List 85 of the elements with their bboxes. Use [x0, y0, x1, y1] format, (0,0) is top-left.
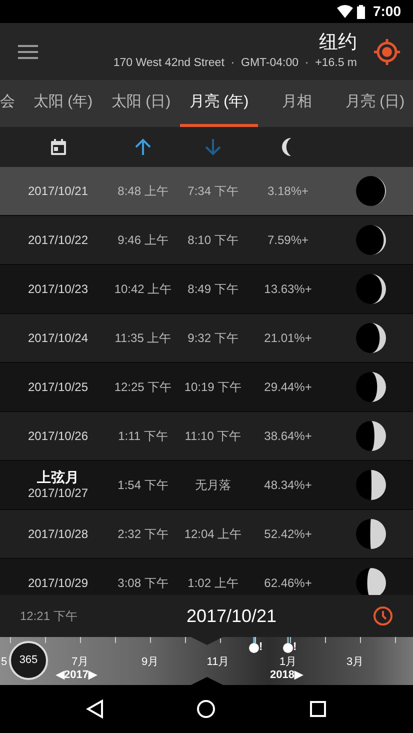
moonrise-cell-text: 12:25 下午 — [113, 379, 173, 396]
date-cell: 2017/10/22 — [28, 232, 88, 248]
moon-phase-icon — [356, 176, 386, 206]
moonrise-cell-text: 8:48 上午 — [116, 183, 170, 200]
range-button[interactable]: 365 — [9, 641, 48, 680]
moonrise-cell-text: 1:11 下午 — [117, 428, 169, 445]
year-label[interactable]: ◀2017▶ — [56, 667, 96, 684]
moonset-cell-text: 9:32 下午 — [186, 330, 240, 347]
home-icon[interactable] — [196, 699, 216, 719]
moonset-cell-text: 11:10 下午 — [184, 428, 242, 445]
date-cell: 2017/10/26 — [28, 428, 88, 444]
moon-row[interactable]: 2017/10/22 9:46 上午 8:10 下午 7.59%+ — [0, 216, 413, 265]
illumination-cell-text: 21.01%+ — [263, 330, 313, 347]
moon-phase-icon — [356, 519, 386, 549]
moon-row[interactable]: 2017/10/25 12:25 下午 10:19 下午 29.44%+ — [0, 363, 413, 412]
timeline-strip[interactable]: 5 365 7月 9月 11月 1月 3月 ◀2017▶ 2018▶ ! ! — [0, 637, 413, 685]
illumination-cell-text: 29.44%+ — [263, 379, 313, 396]
moonset-cell-text: 8:49 下午 — [186, 281, 240, 298]
moon-phase-icon — [356, 323, 386, 353]
month-label: 9月 — [141, 655, 159, 670]
illumination-cell-text: 38.64%+ — [263, 428, 313, 445]
menu-icon — [18, 44, 38, 58]
illumination-cell-text: 48.34%+ — [263, 477, 313, 494]
moon-phase-icon — [356, 470, 386, 500]
illumination-cell-text: 62.46%+ — [263, 575, 313, 592]
moonrise-cell-text: 1:54 下午 — [116, 477, 170, 494]
moon-phase-icon — [356, 421, 386, 451]
month-label: 3月 — [346, 655, 364, 670]
year-label[interactable]: 2018▶ — [270, 667, 302, 684]
moonrise-cell-text: 3:08 下午 — [116, 575, 170, 592]
illumination-cell-text: 7.59%+ — [266, 232, 310, 249]
moon-row[interactable]: 2017/10/26 1:11 下午 11:10 下午 38.64%+ — [0, 412, 413, 461]
tab[interactable]: 太阳 (年) — [24, 80, 102, 127]
moonset-cell-text: 12:04 上午 — [183, 526, 243, 543]
date-cell: 2017/10/23 — [28, 281, 88, 297]
month-label: 11月 — [206, 655, 230, 670]
moon-row[interactable]: 2017/10/29 3:08 下午 1:02 上午 62.46%+ — [0, 559, 413, 595]
moonset-cell-text: 无月落 — [194, 477, 232, 494]
month-label: 7月 — [71, 655, 89, 670]
moon-phase-icon — [356, 225, 386, 255]
location-details: 170 West 42nd Street · GMT-04:00 · +16.5 m — [113, 56, 357, 71]
date-cell: 2017/10/21 — [28, 183, 88, 199]
moonset-cell-text: 1:02 上午 — [186, 575, 240, 592]
date-cell: 2017/10/29 — [28, 575, 88, 591]
moon-row[interactable]: 2017/10/21 8:48 上午 7:34 下午 3.18%+ — [0, 167, 413, 216]
tab[interactable]: 会 — [0, 80, 24, 127]
wifi-icon — [336, 5, 353, 18]
recents-icon[interactable] — [308, 700, 327, 718]
location-title: 纽约 — [319, 30, 357, 55]
date-cell: 2017/10/25 — [28, 379, 88, 395]
tab[interactable]: 月亮 (日) — [336, 80, 413, 127]
month-label: 5 — [1, 655, 8, 670]
battery-icon — [356, 4, 365, 18]
date-cell: 2017/10/28 — [28, 526, 88, 542]
moonrise-cell-text: 11:35 上午 — [114, 330, 172, 347]
moonset-cell-text: 10:19 下午 — [183, 379, 243, 396]
moonrise-cell-text: 10:42 上午 — [113, 281, 173, 298]
phase-name: 上弦月 — [37, 469, 79, 485]
moon-row[interactable]: 上弦月 2017/10/27 1:54 下午 无月落 48.34%+ — [0, 461, 413, 510]
arrow-up-icon — [134, 138, 152, 156]
back-icon[interactable] — [86, 699, 104, 719]
month-label: 1月 — [279, 655, 297, 670]
moon-row[interactable]: 2017/10/28 2:32 下午 12:04 上午 52.42%+ — [0, 510, 413, 559]
illumination-cell-text: 3.18%+ — [266, 183, 310, 200]
moon-row[interactable]: 2017/10/23 10:42 上午 8:49 下午 13.63%+ — [0, 265, 413, 314]
moon-phase-icon — [356, 274, 386, 304]
target-icon — [373, 38, 401, 66]
date-cell: 2017/10/24 — [28, 330, 88, 346]
current-date[interactable]: 2017/10/21 — [130, 602, 373, 630]
tab[interactable]: 太阳 (日) — [102, 80, 180, 127]
illumination-cell-text: 52.42%+ — [263, 526, 313, 543]
status-time: 7:00 — [372, 2, 401, 21]
moonrise-cell-text: 9:46 上午 — [116, 232, 170, 249]
illumination-cell-text: 13.63%+ — [263, 281, 313, 298]
moon-row[interactable]: 2017/10/24 11:35 上午 9:32 下午 21.01%+ — [0, 314, 413, 363]
tab[interactable]: 月相 — [258, 80, 336, 127]
date-cell: 2017/10/27 — [28, 485, 88, 501]
calendar-icon — [50, 139, 66, 155]
moonrise-cell-text: 2:32 下午 — [116, 526, 170, 543]
moon-phase-icon — [356, 372, 386, 402]
moonset-cell-text: 8:10 下午 — [186, 232, 240, 249]
current-time: 12:21 下午 — [20, 608, 78, 625]
clock-icon — [373, 606, 393, 626]
arrow-down-icon — [204, 138, 222, 156]
moonset-cell-text: 7:34 下午 — [186, 183, 240, 200]
